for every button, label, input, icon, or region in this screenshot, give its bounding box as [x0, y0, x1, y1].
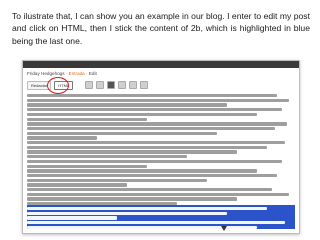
code-line [27, 197, 237, 201]
code-line [27, 145, 267, 150]
code-line [27, 108, 282, 112]
editor-mode-tabs: Redactar HTML [27, 80, 74, 90]
code-line [27, 117, 147, 121]
code-line [27, 98, 289, 103]
editor-toolbar [85, 81, 148, 89]
code-line [27, 169, 257, 173]
code-line [27, 202, 177, 206]
code-line [27, 136, 97, 140]
code-line [27, 164, 147, 168]
code-line [27, 173, 277, 178]
code-line [27, 220, 285, 225]
blog-editor-screenshot: Friday Hedgehogs · Entrada · Edit Redact… [22, 60, 300, 234]
code-line [27, 216, 117, 220]
top-navbar [23, 61, 299, 68]
video-icon[interactable] [129, 81, 137, 89]
code-line [27, 159, 282, 164]
code-line [27, 155, 187, 159]
blog-name[interactable]: Friday Hedgehogs [27, 71, 65, 76]
code-line [27, 112, 257, 117]
html-tab[interactable]: HTML [54, 80, 74, 90]
image-icon[interactable] [118, 81, 126, 89]
code-line [27, 141, 285, 145]
code-line [27, 178, 207, 182]
undo-icon[interactable] [85, 81, 93, 89]
code-line [27, 192, 289, 197]
code-line [27, 94, 277, 98]
slide: To ilustrate that, I can show you an exa… [0, 0, 320, 240]
code-line [27, 206, 267, 211]
link-icon[interactable] [107, 81, 115, 89]
slide-caption: To ilustrate that, I can show you an exa… [12, 11, 310, 46]
code-line [27, 103, 227, 107]
mouse-cursor-icon [221, 226, 227, 231]
code-line [27, 126, 275, 131]
compose-tab[interactable]: Redactar [27, 80, 52, 90]
redo-icon[interactable] [96, 81, 104, 89]
html-source-editor[interactable] [27, 94, 295, 231]
entry-link[interactable]: Entrada [69, 71, 85, 76]
code-line [27, 150, 237, 154]
jump-break-icon[interactable] [140, 81, 148, 89]
code-line [27, 183, 127, 187]
blog-title-bar: Friday Hedgehogs · Entrada · Edit [27, 71, 97, 76]
code-line [27, 211, 227, 215]
code-line [27, 188, 272, 192]
code-line [27, 131, 217, 135]
edit-label: Edit [88, 71, 97, 76]
code-line [27, 122, 287, 126]
